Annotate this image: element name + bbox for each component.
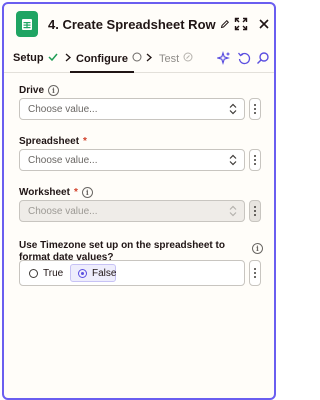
worksheet-options-button[interactable] bbox=[249, 200, 261, 222]
radio-true[interactable]: True bbox=[29, 268, 63, 279]
tab-configure-label: Configure bbox=[76, 52, 128, 65]
chevron-right-icon bbox=[65, 53, 71, 65]
info-icon[interactable]: i bbox=[81, 187, 93, 198]
required-indicator: * bbox=[73, 187, 78, 198]
close-icon[interactable] bbox=[256, 16, 272, 32]
panel-header: 4. Create Spreadsheet Row bbox=[4, 4, 274, 44]
radio-true-label: True bbox=[43, 268, 64, 279]
worksheet-select-placeholder: Choose value... bbox=[28, 205, 98, 217]
spreadsheet-select[interactable]: Choose value... bbox=[19, 149, 245, 171]
expand-icon[interactable] bbox=[233, 16, 249, 32]
spreadsheet-label: Spreadsheet * bbox=[19, 136, 87, 147]
chevron-up-down-icon bbox=[229, 154, 237, 169]
check-icon bbox=[48, 52, 58, 64]
radio-selected-icon bbox=[78, 269, 87, 278]
radio-false[interactable]: False bbox=[78, 268, 116, 279]
radio-unselected-icon bbox=[29, 269, 38, 278]
step-editor-panel: 4. Create Spreadsheet Row Setup Configur… bbox=[2, 2, 276, 400]
tab-test-label: Test bbox=[159, 52, 180, 65]
status-circle-icon bbox=[183, 52, 193, 65]
radio-false-label: False bbox=[92, 268, 117, 279]
active-tab-indicator bbox=[70, 71, 134, 73]
timezone-radio-group: True False bbox=[19, 260, 245, 286]
info-icon[interactable]: i bbox=[252, 243, 263, 254]
timezone-options-button[interactable] bbox=[249, 260, 261, 286]
step-tabs: Setup Configure Test bbox=[4, 44, 274, 73]
spreadsheet-select-placeholder: Choose value... bbox=[28, 154, 98, 166]
sparkle-icon[interactable] bbox=[217, 51, 231, 65]
chevron-up-down-icon bbox=[229, 103, 237, 118]
chevron-right-icon bbox=[146, 53, 152, 65]
chevron-up-down-icon bbox=[229, 205, 237, 220]
required-indicator: * bbox=[83, 136, 87, 147]
worksheet-label: Worksheet * i bbox=[19, 187, 93, 198]
tab-configure[interactable]: Configure bbox=[76, 52, 142, 65]
worksheet-label-text: Worksheet bbox=[19, 187, 70, 198]
drive-select[interactable]: Choose value... bbox=[19, 98, 245, 120]
worksheet-select[interactable]: Choose value... bbox=[19, 200, 245, 222]
spreadsheet-label-text: Spreadsheet bbox=[19, 136, 80, 147]
step-title-text: 4. Create Spreadsheet Row bbox=[48, 16, 216, 32]
info-icon[interactable]: i bbox=[48, 85, 60, 96]
pencil-icon[interactable] bbox=[220, 17, 230, 32]
status-circle-icon bbox=[132, 52, 142, 65]
drive-options-button[interactable] bbox=[249, 98, 261, 120]
step-title[interactable]: 4. Create Spreadsheet Row bbox=[48, 17, 230, 32]
search-icon[interactable] bbox=[256, 51, 270, 65]
undo-icon[interactable] bbox=[237, 51, 251, 65]
spreadsheet-options-button[interactable] bbox=[249, 149, 261, 171]
drive-select-placeholder: Choose value... bbox=[28, 103, 98, 115]
tab-test[interactable]: Test bbox=[159, 52, 193, 65]
drive-label: Drive i bbox=[19, 85, 60, 96]
drive-label-text: Drive bbox=[19, 85, 45, 96]
tab-setup-label: Setup bbox=[13, 52, 44, 64]
google-sheets-icon bbox=[16, 11, 38, 37]
tab-setup[interactable]: Setup bbox=[13, 52, 58, 64]
